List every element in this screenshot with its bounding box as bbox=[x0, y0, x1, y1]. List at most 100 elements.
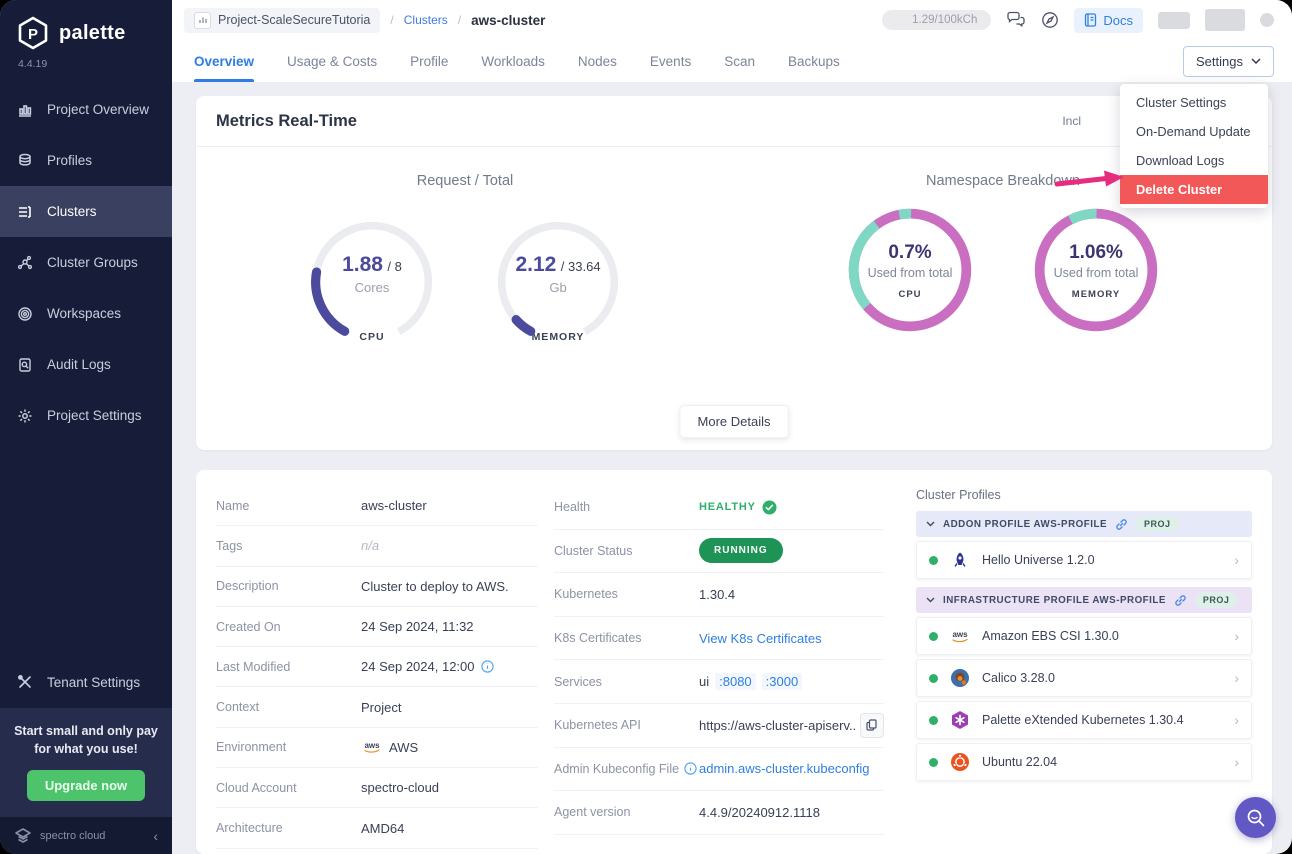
chevron-right-icon: › bbox=[1234, 552, 1239, 568]
profile-pack-calico[interactable]: Calico 3.28.0 › bbox=[916, 659, 1252, 697]
docs-button[interactable]: Docs bbox=[1074, 8, 1143, 33]
app-version: 4.4.19 bbox=[0, 52, 172, 84]
memory-donut-caption: Used from total bbox=[1054, 266, 1139, 280]
profile-pack-palette-extended-kubernetes[interactable]: Palette eXtended Kubernetes 1.30.4 › bbox=[916, 701, 1252, 739]
tab-backups[interactable]: Backups bbox=[788, 40, 840, 82]
topbar-right: 1.29/100kCh Docs bbox=[882, 8, 1274, 33]
link-icon bbox=[1174, 594, 1187, 607]
sidebar-item-project-settings[interactable]: Project Settings bbox=[0, 390, 172, 441]
status-dot bbox=[929, 632, 938, 641]
calico-logo-icon bbox=[949, 667, 971, 689]
sidebar-item-cluster-groups[interactable]: Cluster Groups bbox=[0, 237, 172, 288]
settings-dropdown-menu: Cluster Settings On-Demand Update Downlo… bbox=[1120, 84, 1268, 208]
book-icon bbox=[1084, 13, 1097, 27]
tab-events[interactable]: Events bbox=[650, 40, 691, 82]
menu-item-delete-cluster[interactable]: Delete Cluster bbox=[1120, 175, 1268, 204]
upgrade-promo: Start small and only pay for what you us… bbox=[0, 708, 172, 817]
bar-chart-icon bbox=[16, 102, 34, 118]
memory-gauge-unit: Gb bbox=[549, 280, 566, 295]
cpu-donut-caption: Used from total bbox=[868, 266, 953, 280]
metrics-body: Request / Total 1.88 / 8 bbox=[196, 147, 1272, 343]
app-window: P palette 4.4.19 Project Overview Profil… bbox=[0, 0, 1292, 854]
running-status-badge: RUNNING bbox=[699, 538, 783, 563]
scope-badge: PROJ bbox=[1195, 592, 1238, 608]
magnifier-smile-icon bbox=[1246, 808, 1266, 828]
link-icon bbox=[1115, 518, 1128, 531]
profile-pack-ubuntu[interactable]: Ubuntu 22.04 › bbox=[916, 743, 1252, 781]
promo-text: Start small and only pay for what you us… bbox=[14, 722, 158, 758]
sidebar-item-label: Audit Logs bbox=[47, 357, 111, 372]
cluster-profiles-title: Cluster Profiles bbox=[916, 488, 1252, 502]
footer-brand: spectro cloud bbox=[40, 830, 145, 842]
profile-pack-hello-universe[interactable]: Hello Universe 1.2.0 › bbox=[916, 541, 1252, 579]
cluster-profiles-column: Cluster Profiles ADDON PROFILE AWS-PROFI… bbox=[916, 486, 1252, 838]
menu-item-on-demand-update[interactable]: On-Demand Update bbox=[1120, 117, 1268, 146]
project-selector[interactable]: Project-ScaleSecureTutoria bbox=[184, 8, 380, 33]
project-chart-icon bbox=[194, 12, 211, 29]
tab-profile[interactable]: Profile bbox=[410, 40, 448, 82]
detail-row-name: Name aws-cluster bbox=[216, 486, 538, 526]
status-row-kubernetes-api: Kubernetes API https://aws-cluster-apise… bbox=[554, 704, 884, 748]
info-icon[interactable] bbox=[684, 762, 697, 775]
layers-icon bbox=[16, 153, 34, 169]
chat-icon[interactable] bbox=[1006, 11, 1026, 29]
sidebar-item-audit-logs[interactable]: Audit Logs bbox=[0, 339, 172, 390]
request-total-section: Request / Total 1.88 / 8 bbox=[196, 147, 734, 343]
menu-item-download-logs[interactable]: Download Logs bbox=[1120, 146, 1268, 175]
cluster-list-icon bbox=[16, 204, 34, 220]
tab-scan[interactable]: Scan bbox=[724, 40, 755, 82]
copy-icon[interactable] bbox=[860, 713, 884, 738]
sidebar-item-label: Project Settings bbox=[47, 408, 142, 423]
collapse-sidebar-icon[interactable]: ‹ bbox=[153, 828, 158, 844]
service-port-link[interactable]: :8080 bbox=[715, 673, 756, 690]
audit-log-icon bbox=[16, 357, 34, 373]
menu-item-cluster-settings[interactable]: Cluster Settings bbox=[1120, 88, 1268, 117]
scope-badge: PROJ bbox=[1136, 516, 1179, 532]
details-column: Name aws-cluster Tags n/a Description Cl… bbox=[216, 486, 538, 838]
memory-donut-pct: 1.06% bbox=[1069, 242, 1123, 264]
rocket-icon bbox=[949, 549, 971, 571]
infrastructure-profile-group-header[interactable]: INFRASTRUCTURE PROFILE AWS-PROFILE PROJ bbox=[916, 587, 1252, 613]
pek-hexagon-icon bbox=[949, 709, 971, 731]
namespace-title: Namespace Breakdown bbox=[926, 173, 1080, 189]
settings-dropdown-button[interactable]: Settings bbox=[1183, 46, 1274, 77]
kubeconfig-download-link[interactable]: admin.aws-cluster.kubeconfig bbox=[699, 761, 870, 776]
status-dot bbox=[929, 758, 938, 767]
upgrade-now-button[interactable]: Upgrade now bbox=[27, 770, 145, 801]
sidebar-nav: Project Overview Profiles Clusters Clust… bbox=[0, 84, 172, 441]
sidebar-item-tenant-settings[interactable]: Tenant Settings bbox=[0, 657, 172, 708]
detail-row-last-modified: Last Modified 24 Sep 2024, 12:00 bbox=[216, 647, 538, 687]
breadcrumb-clusters-link[interactable]: Clusters bbox=[404, 13, 448, 27]
detail-row-tags: Tags n/a bbox=[216, 526, 538, 566]
detail-row-cloud-account: Cloud Account spectro-cloud bbox=[216, 768, 538, 808]
sidebar-item-label: Project Overview bbox=[47, 102, 149, 117]
tab-overview[interactable]: Overview bbox=[194, 40, 254, 82]
memory-gauge: 2.12 / 33.64 Gb MEMORY bbox=[493, 217, 623, 343]
addon-profile-group-header[interactable]: ADDON PROFILE AWS-PROFILE PROJ bbox=[916, 511, 1252, 537]
breadcrumb-separator: / bbox=[390, 13, 393, 27]
profile-pack-amazon-ebs-csi[interactable]: aws Amazon EBS CSI 1.30.0 › bbox=[916, 617, 1252, 655]
compass-icon[interactable] bbox=[1041, 11, 1059, 29]
search-fab-button[interactable] bbox=[1235, 797, 1276, 838]
sidebar-item-profiles[interactable]: Profiles bbox=[0, 135, 172, 186]
check-circle-icon bbox=[762, 500, 777, 515]
view-certificates-link[interactable]: View K8s Certificates bbox=[699, 631, 822, 646]
sidebar-item-clusters[interactable]: Clusters bbox=[0, 186, 172, 237]
sidebar-item-workspaces[interactable]: Workspaces bbox=[0, 288, 172, 339]
topbar: Project-ScaleSecureTutoria / Clusters / … bbox=[172, 0, 1292, 40]
more-details-button[interactable]: More Details bbox=[680, 405, 789, 438]
tab-workloads[interactable]: Workloads bbox=[481, 40, 545, 82]
info-icon[interactable] bbox=[481, 660, 494, 673]
project-name: Project-ScaleSecureTutoria bbox=[218, 13, 370, 27]
sidebar-item-project-overview[interactable]: Project Overview bbox=[0, 84, 172, 135]
ubuntu-logo-icon bbox=[949, 751, 971, 773]
detail-row-context: Context Project bbox=[216, 687, 538, 727]
tab-usage-costs[interactable]: Usage & Costs bbox=[287, 40, 377, 82]
cluster-tabbar: Overview Usage & Costs Profile Workloads… bbox=[172, 40, 1292, 82]
svg-text:aws: aws bbox=[364, 741, 380, 750]
sidebar-footer: spectro cloud ‹ bbox=[0, 817, 172, 854]
breadcrumb-current: aws-cluster bbox=[471, 13, 545, 28]
redacted-avatar bbox=[1260, 13, 1274, 27]
tab-nodes[interactable]: Nodes bbox=[578, 40, 617, 82]
service-port-link[interactable]: :3000 bbox=[762, 673, 803, 690]
